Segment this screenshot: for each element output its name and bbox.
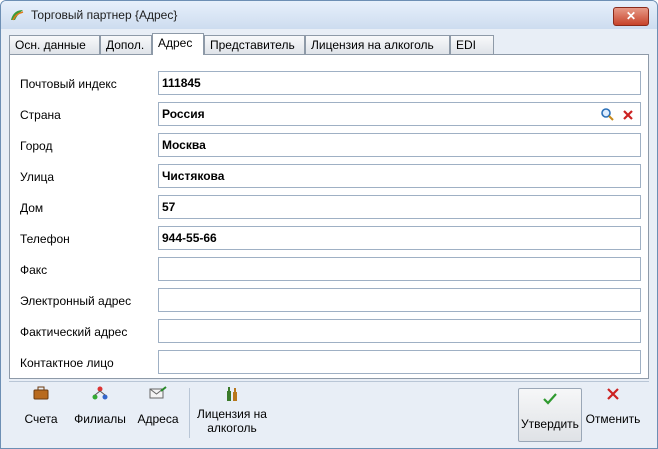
- dialog-window: Торговый партнер {Адрес} ✕ Осн. данные Д…: [0, 0, 658, 449]
- envelope-icon: [135, 386, 181, 404]
- title-bar: Торговый партнер {Адрес} ✕: [1, 1, 657, 29]
- cancel-label: Отменить: [585, 412, 641, 426]
- close-button[interactable]: ✕: [613, 7, 649, 26]
- toolbar-separator: [189, 388, 190, 438]
- branches-icon: [67, 386, 133, 404]
- street-field[interactable]: Чистякова: [158, 164, 641, 188]
- alcohol-license-label-line1: Лицензия на: [197, 407, 267, 421]
- branches-button[interactable]: Филиалы: [67, 386, 133, 440]
- search-icon[interactable]: [599, 107, 615, 123]
- tab-address[interactable]: Адрес: [152, 33, 204, 55]
- bottles-icon: [195, 386, 269, 404]
- email-label: Электронный адрес: [20, 294, 132, 308]
- fax-field[interactable]: [158, 257, 641, 281]
- branches-label: Филиалы: [74, 412, 126, 426]
- country-label: Страна: [20, 108, 61, 122]
- addresses-button[interactable]: Адреса: [135, 386, 181, 440]
- alcohol-license-button[interactable]: Лицензия на алкоголь: [195, 386, 269, 440]
- house-label: Дом: [20, 201, 44, 215]
- email-field[interactable]: [158, 288, 641, 312]
- city-field[interactable]: Москва: [158, 133, 641, 157]
- clear-icon[interactable]: [620, 109, 636, 125]
- alcohol-license-label-line2: алкоголь: [207, 421, 257, 435]
- country-value: Россия: [162, 107, 205, 121]
- addresses-label: Адреса: [137, 412, 179, 426]
- window-title: Торговый партнер {Адрес}: [31, 8, 178, 22]
- tab-strip: Осн. данные Допол. Адрес Представитель Л…: [9, 33, 649, 55]
- tab-representative[interactable]: Представитель: [204, 35, 305, 54]
- contact-person-label: Контактное лицо: [20, 356, 114, 370]
- phone-field[interactable]: 944-55-66: [158, 226, 641, 250]
- tab-main-data[interactable]: Осн. данные: [9, 35, 100, 54]
- bottom-toolbar: Счета Филиалы Адреса Лицензия на алкогол…: [9, 381, 649, 444]
- postal-code-label: Почтовый индекс: [20, 77, 117, 91]
- confirm-label: Утвердить: [521, 417, 579, 431]
- checkmark-icon: [519, 393, 581, 411]
- confirm-button[interactable]: Утвердить: [518, 388, 582, 442]
- accounts-label: Счета: [24, 412, 58, 426]
- accounts-button[interactable]: Счета: [17, 386, 65, 440]
- briefcase-icon: [17, 386, 65, 404]
- city-label: Город: [20, 139, 53, 153]
- address-panel: Почтовый индекс 111845 Страна Россия Гор…: [9, 54, 649, 379]
- cancel-button[interactable]: Отменить: [583, 386, 643, 440]
- cancel-x-icon: [583, 386, 643, 404]
- actual-address-label: Фактический адрес: [20, 325, 128, 339]
- tab-edi[interactable]: EDI: [450, 35, 494, 54]
- fax-label: Факс: [20, 263, 48, 277]
- street-label: Улица: [20, 170, 55, 184]
- contact-person-field[interactable]: [158, 350, 641, 374]
- tab-additional[interactable]: Допол.: [100, 35, 152, 54]
- phone-label: Телефон: [20, 232, 70, 246]
- country-field[interactable]: Россия: [158, 102, 641, 126]
- postal-code-field[interactable]: 111845: [158, 71, 641, 95]
- tab-alcohol-license[interactable]: Лицензия на алкоголь: [305, 35, 450, 54]
- actual-address-field[interactable]: [158, 319, 641, 343]
- app-icon: [9, 8, 25, 22]
- country-field-actions: [597, 106, 636, 122]
- house-field[interactable]: 57: [158, 195, 641, 219]
